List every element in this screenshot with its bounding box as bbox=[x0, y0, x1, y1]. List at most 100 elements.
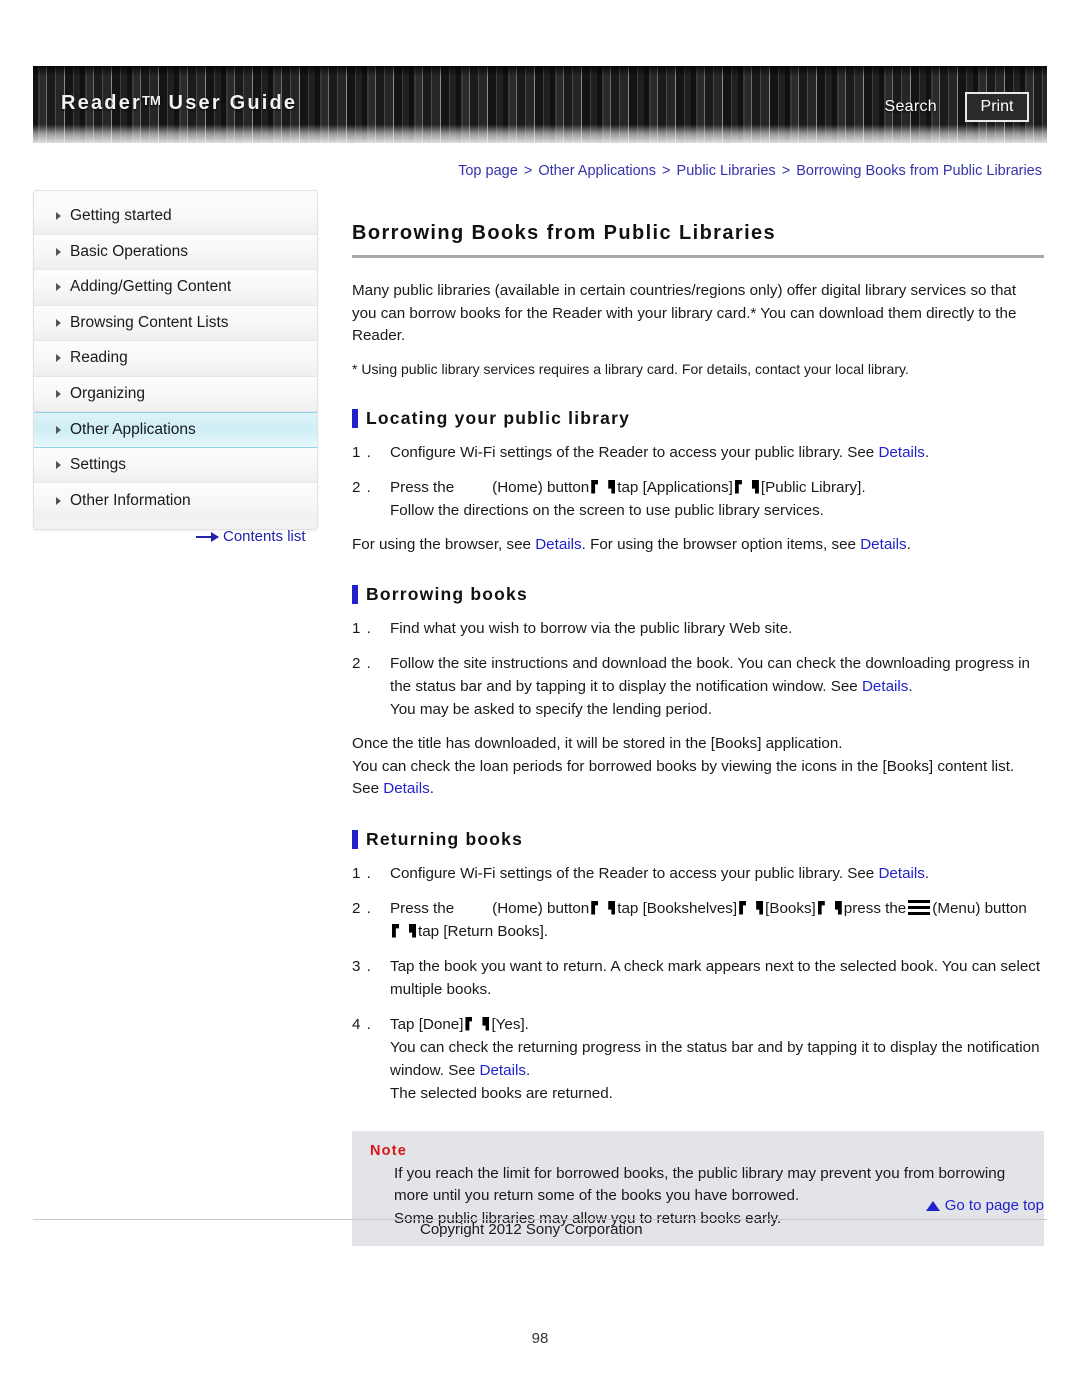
step-item: 2 . Press the (Home) button tap [Bookshelv… bbox=[352, 897, 1044, 943]
section-marker-bar-icon bbox=[352, 408, 358, 428]
sidebar-item-other-applications[interactable]: Other Applications bbox=[34, 412, 317, 448]
intro-paragraph: Many public libraries (available in cert… bbox=[352, 282, 1017, 344]
step-number: 2 . bbox=[352, 478, 372, 496]
user-guide-page: ReaderTM User Guide Search Print Top pag… bbox=[0, 0, 1080, 1397]
step-text-tail: . bbox=[908, 678, 913, 695]
details-link[interactable]: Details bbox=[860, 536, 906, 553]
step-text: tap [Bookshelves] bbox=[617, 899, 738, 917]
step-text: (Home) button bbox=[492, 899, 590, 917]
details-link[interactable]: Details bbox=[535, 536, 581, 553]
triangle-bullet-icon bbox=[56, 283, 61, 292]
step-item: 3 . Tap the book you want to return. A c… bbox=[352, 955, 1044, 1001]
print-button[interactable]: Print bbox=[965, 92, 1029, 122]
main-content: Borrowing Books from Public Libraries Ma… bbox=[352, 222, 1044, 1246]
sidebar-item-label: Basic Operations bbox=[70, 242, 189, 260]
breadcrumb-item-other-applications[interactable]: Other Applications bbox=[538, 163, 656, 179]
breadcrumb: Top page > Other Applications > Public L… bbox=[458, 163, 1042, 179]
app-header: ReaderTM User Guide Search Print bbox=[33, 66, 1047, 143]
steps-returning-books: 1 . Configure Wi-Fi settings of the Read… bbox=[352, 862, 1044, 1105]
sidebar-item-other-information[interactable]: Other Information bbox=[34, 483, 317, 519]
header-top-shadow bbox=[33, 66, 1047, 76]
breadcrumb-separator: > bbox=[662, 163, 671, 179]
sidebar-item-label: Other Applications bbox=[70, 420, 196, 438]
app-title-main: Reader bbox=[61, 92, 143, 114]
step-item: 2 . Press the (Home) button tap [Applicati… bbox=[352, 476, 1044, 522]
step-text: Find what you wish to borrow via the pub… bbox=[390, 620, 793, 637]
step-text: Press the bbox=[390, 478, 455, 496]
app-title-rest: User Guide bbox=[160, 92, 298, 114]
step-subtext: You can check the returning progress in … bbox=[390, 1036, 1044, 1082]
sidebar-item-label: Organizing bbox=[70, 384, 145, 402]
go-to-page-top-label: Go to page top bbox=[944, 1197, 1044, 1214]
step-text: (Home) button bbox=[492, 478, 590, 496]
go-to-page-top-link[interactable]: Go to page top bbox=[925, 1197, 1044, 1214]
sidebar-item-label: Browsing Content Lists bbox=[70, 313, 229, 331]
tap-arrow-icon bbox=[734, 480, 760, 494]
step-text: Follow the site instructions and downloa… bbox=[390, 655, 1030, 695]
triangle-bullet-icon bbox=[56, 247, 61, 256]
breadcrumb-item-public-libraries[interactable]: Public Libraries bbox=[677, 163, 776, 179]
triangle-up-icon bbox=[925, 1200, 940, 1211]
app-title: ReaderTM User Guide bbox=[61, 92, 297, 115]
details-link[interactable]: Details bbox=[862, 678, 908, 695]
step-text: tap [Applications] bbox=[617, 478, 733, 496]
step-text: Tap the book you want to return. A check… bbox=[390, 957, 1041, 998]
steps-borrowing-books: 1 . Find what you wish to borrow via the… bbox=[352, 617, 1044, 721]
breadcrumb-item-current[interactable]: Borrowing Books from Public Libraries bbox=[796, 163, 1042, 179]
trailer-text: . bbox=[906, 535, 911, 553]
sidebar-item-getting-started[interactable]: Getting started bbox=[34, 199, 317, 235]
step-number: 1 . bbox=[352, 443, 372, 461]
step-text: tap [Return Books]. bbox=[418, 922, 549, 940]
sidebar-item-organizing[interactable]: Organizing bbox=[34, 376, 317, 412]
page-title: Borrowing Books from Public Libraries bbox=[352, 222, 777, 244]
tap-arrow-icon bbox=[590, 480, 616, 494]
section-heading-returning-books: Returning books bbox=[352, 829, 1044, 850]
sidebar-navigation: Getting started Basic Operations Adding/… bbox=[33, 190, 318, 530]
section-marker-bar-icon bbox=[352, 585, 358, 604]
section-heading-label: Borrowing books bbox=[366, 584, 528, 604]
details-link[interactable]: Details bbox=[878, 444, 924, 461]
sidebar-item-settings[interactable]: Settings bbox=[34, 447, 317, 483]
sidebar-item-browsing-content-lists[interactable]: Browsing Content Lists bbox=[34, 305, 317, 341]
title-divider bbox=[352, 255, 1044, 258]
search-button[interactable]: Search bbox=[885, 98, 938, 116]
section-heading-locating-your-public-library: Locating your public library bbox=[352, 408, 1044, 429]
tap-arrow-icon bbox=[464, 1017, 490, 1031]
details-link[interactable]: Details bbox=[383, 780, 429, 797]
step-text: Configure Wi-Fi settings of the Reader t… bbox=[390, 864, 879, 882]
sidebar-item-reading[interactable]: Reading bbox=[34, 341, 317, 377]
breadcrumb-separator: > bbox=[523, 163, 533, 179]
footnote-text: * Using public library services requires… bbox=[352, 360, 909, 377]
sidebar-item-label: Reading bbox=[70, 349, 128, 367]
triangle-bullet-icon bbox=[56, 212, 61, 221]
step-text: press the bbox=[843, 899, 907, 917]
step-number: 2 . bbox=[352, 899, 372, 917]
sidebar-item-adding-getting-content[interactable]: Adding/Getting Content bbox=[34, 270, 317, 306]
trailer-text: . For using the browser option items, se… bbox=[581, 535, 861, 553]
sidebar-item-label: Other Information bbox=[70, 491, 191, 509]
contents-list-link[interactable]: Contents list bbox=[196, 528, 306, 545]
step-item: 1 . Configure Wi-Fi settings of the Read… bbox=[352, 441, 1044, 464]
details-link[interactable]: Details bbox=[480, 1062, 526, 1079]
step-item: 1 . Find what you wish to borrow via the… bbox=[352, 617, 1044, 640]
step-subtext: The selected books are returned. bbox=[390, 1084, 613, 1102]
breadcrumb-item-top-page[interactable]: Top page bbox=[458, 163, 518, 179]
footer-divider bbox=[33, 1219, 1047, 1220]
sidebar-item-basic-operations[interactable]: Basic Operations bbox=[34, 234, 317, 270]
sidebar-item-label: Getting started bbox=[70, 207, 172, 225]
sidebar-item-label: Settings bbox=[70, 455, 127, 473]
triangle-bullet-icon bbox=[56, 425, 61, 434]
step-number: 4 . bbox=[352, 1015, 372, 1033]
step-number: 1 . bbox=[352, 864, 372, 882]
step-item: 1 . Configure Wi-Fi settings of the Read… bbox=[352, 862, 1044, 885]
note-title: Note bbox=[370, 1142, 408, 1159]
details-link[interactable]: Details bbox=[878, 865, 924, 882]
trailer-text: You can check the loan periods for borro… bbox=[352, 757, 1015, 798]
step-text: Press the bbox=[390, 899, 455, 917]
copyright-text: Copyright 2012 Sony Corporation bbox=[420, 1221, 643, 1238]
trademark-symbol: TM bbox=[142, 93, 161, 108]
tap-arrow-icon bbox=[817, 901, 843, 915]
section-marker-bar-icon bbox=[352, 829, 358, 849]
step-text-tail: . bbox=[924, 443, 930, 461]
contents-list-label: Contents list bbox=[223, 528, 306, 545]
